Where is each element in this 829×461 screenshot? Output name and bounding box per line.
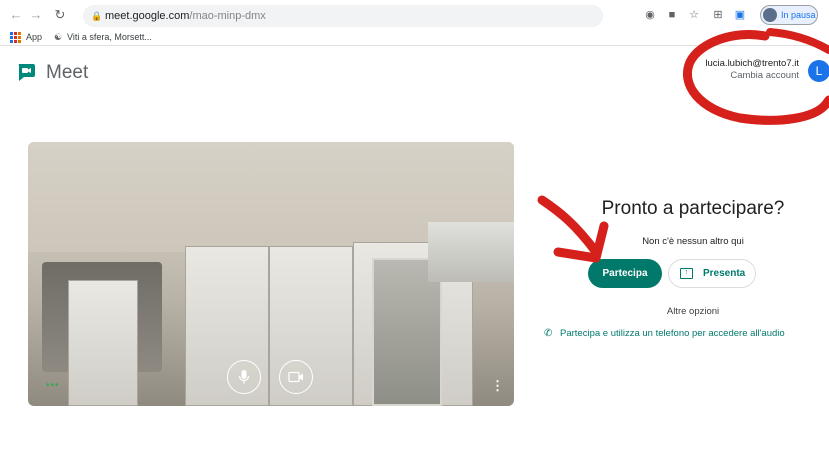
bookmark-star-icon[interactable]: ☆ [686,7,702,23]
ready-title: Pronto a partecipare? [601,198,785,219]
present-button[interactable]: ↑ Presenta [668,259,756,288]
camera-icon [288,371,303,383]
bookmarks-bar: App ☯ Viti a sfera, Morsett... [0,29,829,45]
back-icon[interactable]: ← [8,7,24,23]
preview-object [68,280,138,406]
more-vert-icon[interactable]: ⋮ [491,378,504,394]
extension-shield-icon[interactable]: ▣ [732,7,748,23]
present-button-label: Presenta [703,268,746,279]
phone-icon: ✆ [544,328,553,339]
participants-status: Non c'è nessun altro qui [642,236,744,247]
camera-toggle-button[interactable] [279,360,313,394]
camera-preview [28,142,514,406]
reload-icon[interactable]: ↻ [52,7,68,23]
url-host: meet.google.com [105,10,190,22]
bookmark-favicon-icon: ☯ [54,32,63,42]
audio-level-icon: ••• [46,380,60,391]
camera-indicator-icon[interactable]: ■ [664,7,680,23]
present-screen-icon: ↑ [680,268,693,279]
browser-toolbar: ← → ↻ 🔒 meet.google.com/mao-minp-dmx ◉ ■… [0,0,829,46]
mic-icon [238,370,250,384]
meet-logo-icon [18,64,35,81]
join-by-phone-link[interactable]: ✆ Partecipa e utilizza un telefono per ac… [544,328,785,340]
join-button[interactable]: Partecipa [588,259,662,288]
apps-grid-icon[interactable] [10,32,21,43]
account-email: lucia.lubich@trento7.it [705,58,799,69]
profile-avatar [763,8,777,22]
switch-account-link[interactable]: Cambia account [705,70,799,82]
bookmark-viti[interactable]: Viti a sfera, Morsett... [67,31,152,43]
lock-icon: 🔒 [91,11,103,21]
blocked-camera-icon[interactable]: ◉ [642,7,658,23]
account-info: lucia.lubich@trento7.it Cambia account [705,58,799,82]
profile-status-button[interactable]: In pausa [760,5,818,25]
more-options-label: Altre opzioni [666,306,720,317]
app-title: Meet [46,62,89,83]
profile-status-label: In pausa [781,10,816,20]
url-path: /mao-minp-dmx [189,10,266,22]
user-avatar[interactable]: L [808,60,829,82]
address-bar[interactable]: 🔒 meet.google.com/mao-minp-dmx [83,5,603,27]
preview-object [428,222,514,282]
forward-icon[interactable]: → [28,7,44,23]
join-by-phone-label: Partecipa e utilizza un telefono per acc… [560,328,785,339]
extension-grid-icon[interactable]: ⊞ [710,7,726,23]
mic-toggle-button[interactable] [227,360,261,394]
bookmark-apps[interactable]: App [26,31,42,43]
